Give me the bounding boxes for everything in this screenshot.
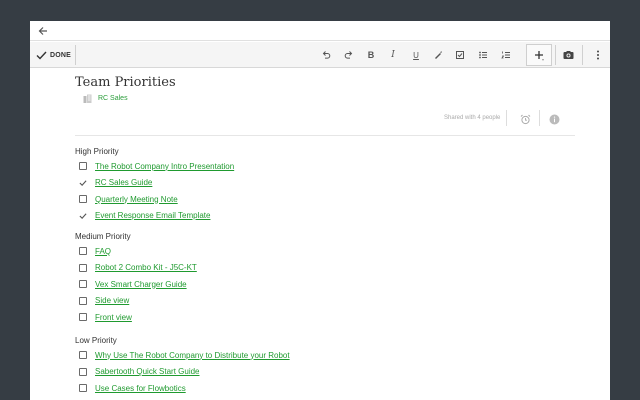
checklist-item-link[interactable]: The Robot Company Intro Presentation xyxy=(95,162,234,171)
checklist-item: Vex Smart Charger Guide xyxy=(79,278,187,290)
notebook-icon xyxy=(83,94,92,103)
note-info-button[interactable] xyxy=(548,113,560,125)
header-divider xyxy=(75,135,575,136)
checklist-icon xyxy=(456,51,464,59)
checklist-item: Robot 2 Combo Kit - J5C-KT xyxy=(79,262,197,274)
checkbox-checked[interactable] xyxy=(79,179,87,187)
underline-button[interactable]: U xyxy=(408,47,424,63)
back-button[interactable] xyxy=(36,24,50,38)
checklist-item-link[interactable]: Side view xyxy=(95,296,129,305)
section-heading: Medium Priority xyxy=(75,232,131,241)
checklist-item: Use Cases for Flowbotics xyxy=(79,382,186,394)
checklist-item: Front view xyxy=(79,311,132,323)
undo-button[interactable] xyxy=(318,47,334,63)
italic-icon: I xyxy=(391,50,395,60)
checklist-item: FAQ xyxy=(79,245,111,257)
checklist-item: RC Sales Guide xyxy=(79,177,152,189)
checklist-item: The Robot Company Intro Presentation xyxy=(79,160,234,172)
checklist-item: Side view xyxy=(79,295,129,307)
checklist-item: Event Response Email Template xyxy=(79,210,210,222)
checklist-item-link[interactable]: Use Cases for Flowbotics xyxy=(95,384,186,393)
underline-icon: U xyxy=(413,50,419,60)
numbered-list-button[interactable] xyxy=(498,47,514,63)
checklist-item: Why Use The Robot Company to Distribute … xyxy=(79,349,290,361)
checkbox[interactable] xyxy=(79,384,87,392)
note-title[interactable]: Team Priorities xyxy=(75,75,176,90)
notebook-tag-label: RC Sales xyxy=(98,95,128,102)
checkbox[interactable] xyxy=(79,367,87,376)
title-bar xyxy=(30,21,610,41)
add-icon xyxy=(535,51,544,61)
checkbox[interactable] xyxy=(79,280,87,288)
bullet-list-button[interactable] xyxy=(475,47,491,63)
app-window: DONE B I U Team Priorities RC Sales Shar… xyxy=(30,21,610,400)
section-heading: High Priority xyxy=(75,147,119,156)
toolbar-divider xyxy=(582,45,583,65)
arrow-back-icon xyxy=(38,27,47,35)
checkbox[interactable] xyxy=(79,247,87,255)
alarm-icon xyxy=(520,114,530,124)
toolbar-divider xyxy=(555,45,556,65)
add-button[interactable] xyxy=(526,44,552,66)
checklist-item-link[interactable]: FAQ xyxy=(95,247,111,256)
highlight-button[interactable] xyxy=(430,47,446,63)
checkbox[interactable] xyxy=(79,313,87,321)
italic-button[interactable]: I xyxy=(385,47,401,63)
checklist-item: Sabertooth Quick Start Guide xyxy=(79,366,200,378)
done-label: DONE xyxy=(50,51,72,59)
checklist-button[interactable] xyxy=(452,47,468,63)
checklist-item-link[interactable]: Vex Smart Charger Guide xyxy=(95,280,187,289)
camera-button[interactable] xyxy=(560,47,576,63)
checklist-item-link[interactable]: Quarterly Meeting Note xyxy=(95,195,178,204)
check-icon xyxy=(79,179,87,186)
bold-button[interactable]: B xyxy=(363,47,379,63)
checklist-item-link[interactable]: Event Response Email Template xyxy=(95,211,210,220)
checkbox[interactable] xyxy=(79,195,87,203)
checkbox[interactable] xyxy=(79,351,87,359)
undo-icon xyxy=(322,51,331,59)
shared-status[interactable]: Shared with 4 people xyxy=(444,115,500,121)
checklist-item-link[interactable]: Front view xyxy=(95,313,132,322)
highlight-icon xyxy=(435,51,442,59)
notebook-tag[interactable]: RC Sales xyxy=(83,94,128,103)
numbered-list-icon xyxy=(501,51,510,59)
checklist-item-link[interactable]: Sabertooth Quick Start Guide xyxy=(95,367,200,376)
section-heading: Low Priority xyxy=(75,336,117,345)
editor-toolbar: DONE B I U xyxy=(30,42,610,68)
bold-icon: B xyxy=(367,50,375,60)
checkbox[interactable] xyxy=(79,296,87,305)
redo-icon xyxy=(344,51,353,59)
checklist-item-link[interactable]: RC Sales Guide xyxy=(95,178,152,187)
checkbox[interactable] xyxy=(79,263,87,272)
camera-icon xyxy=(563,51,573,59)
meta-divider xyxy=(506,110,507,126)
reminder-button[interactable] xyxy=(519,113,531,125)
info-icon xyxy=(549,114,559,124)
checklist-item: Quarterly Meeting Note xyxy=(79,193,178,205)
checklist-item-link[interactable]: Robot 2 Combo Kit - J5C-KT xyxy=(95,263,197,272)
redo-button[interactable] xyxy=(341,47,357,63)
check-icon xyxy=(79,212,87,219)
more-vert-icon xyxy=(597,50,599,60)
bullet-list-icon xyxy=(479,51,487,59)
meta-divider xyxy=(539,110,540,126)
checkbox-checked[interactable] xyxy=(79,212,87,220)
more-options-button[interactable] xyxy=(590,47,606,63)
check-icon xyxy=(36,51,47,60)
checkbox[interactable] xyxy=(79,162,87,170)
toolbar-divider xyxy=(75,45,76,65)
done-button[interactable]: DONE xyxy=(36,46,71,64)
checklist-item-link[interactable]: Why Use The Robot Company to Distribute … xyxy=(95,351,290,360)
